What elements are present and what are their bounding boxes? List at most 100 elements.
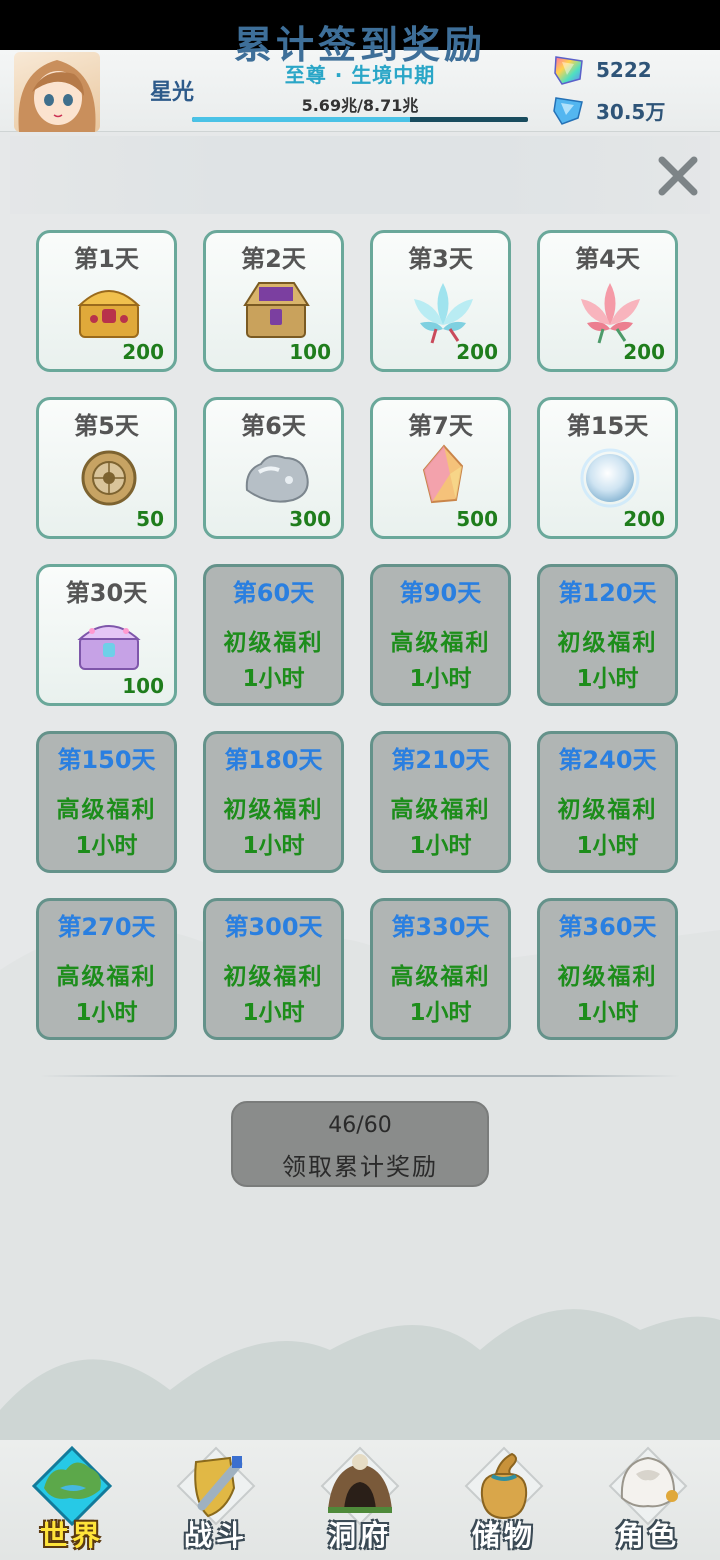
reward-day-label: 第60天 bbox=[232, 579, 315, 607]
silver-ore-icon bbox=[245, 455, 309, 503]
reward-benefit: 初级福利 bbox=[557, 797, 658, 823]
claim-label: 领取累计奖励 bbox=[282, 1153, 438, 1181]
reward-benefit: 高级福利 bbox=[56, 964, 157, 990]
reward-cell-day150[interactable]: 第150天 高级福利 1小时 bbox=[36, 731, 177, 873]
reward-day-label: 第360天 bbox=[558, 913, 657, 941]
reward-duration: 1小时 bbox=[409, 1000, 472, 1026]
purple-chest-icon bbox=[77, 625, 141, 670]
reward-day-label: 第210天 bbox=[391, 746, 490, 774]
reward-day-label: 第330天 bbox=[391, 913, 490, 941]
divider bbox=[40, 1075, 680, 1077]
reward-benefit: 高级福利 bbox=[56, 797, 157, 823]
reward-cell-day6[interactable]: 第6天 300 bbox=[203, 397, 344, 539]
reward-quantity: 100 bbox=[122, 674, 164, 698]
reward-day-label: 第4天 bbox=[575, 245, 640, 273]
crystal-icon bbox=[422, 444, 464, 504]
reward-duration: 1小时 bbox=[576, 833, 639, 859]
reward-cell-day7[interactable]: 第7天 500 bbox=[370, 397, 511, 539]
close-icon bbox=[658, 156, 698, 196]
player-name: 星光 bbox=[150, 80, 195, 105]
blue-diamond-icon bbox=[553, 97, 583, 125]
nav-label: 储物 bbox=[471, 1519, 536, 1552]
reward-day-label: 第180天 bbox=[224, 746, 323, 774]
reward-day-label: 第15天 bbox=[566, 412, 649, 440]
reward-cell-day120[interactable]: 第120天 初级福利 1小时 bbox=[537, 564, 678, 706]
reward-quantity: 200 bbox=[456, 340, 498, 364]
reward-quantity: 200 bbox=[122, 340, 164, 364]
reward-benefit: 高级福利 bbox=[390, 630, 491, 656]
reward-day-label: 第240天 bbox=[558, 746, 657, 774]
reward-cell-day270[interactable]: 第270天 高级福利 1小时 bbox=[36, 898, 177, 1040]
reward-day-label: 第5天 bbox=[74, 412, 139, 440]
claim-progress: 46/60 bbox=[328, 1113, 392, 1138]
reward-duration: 1小时 bbox=[242, 666, 305, 692]
reward-quantity: 300 bbox=[289, 507, 331, 531]
reward-benefit: 初级福利 bbox=[223, 797, 324, 823]
reward-day-label: 第90天 bbox=[399, 579, 482, 607]
reward-cell-day30[interactable]: 第30天 100 bbox=[36, 564, 177, 706]
reward-quantity: 200 bbox=[623, 340, 665, 364]
claim-cumulative-reward-button[interactable]: 46/60 领取累计奖励 bbox=[231, 1101, 489, 1187]
nav-label: 洞府 bbox=[327, 1519, 392, 1552]
reward-duration: 1小时 bbox=[242, 1000, 305, 1026]
reward-benefit: 初级福利 bbox=[557, 964, 658, 990]
nav-storage[interactable]: 储物 bbox=[444, 1440, 564, 1560]
nav-world[interactable]: 世界 bbox=[12, 1440, 132, 1560]
reward-duration: 1小时 bbox=[242, 833, 305, 859]
reward-day-label: 第120天 bbox=[558, 579, 657, 607]
pink-lotus-icon bbox=[581, 283, 640, 344]
reward-benefit: 高级福利 bbox=[390, 797, 491, 823]
reward-cell-day3[interactable]: 第3天 200 bbox=[370, 230, 511, 372]
golden-treasure-chest-icon bbox=[77, 290, 141, 338]
bronze-medallion-icon bbox=[81, 450, 137, 506]
reward-day-label: 第150天 bbox=[57, 746, 156, 774]
reward-cell-day90[interactable]: 第90天 高级福利 1小时 bbox=[370, 564, 511, 706]
reward-day-label: 第30天 bbox=[65, 579, 148, 607]
blue-diamond-count: 30.5万 bbox=[596, 99, 666, 124]
reward-duration: 1小时 bbox=[576, 666, 639, 692]
nav-cave[interactable]: 洞府 bbox=[300, 1440, 420, 1560]
page-title: 累计签到奖励 bbox=[233, 22, 486, 67]
reward-cell-day240[interactable]: 第240天 初级福利 1小时 bbox=[537, 731, 678, 873]
reward-day-label: 第6天 bbox=[241, 412, 306, 440]
reward-cell-day210[interactable]: 第210天 高级福利 1小时 bbox=[370, 731, 511, 873]
reward-duration: 1小时 bbox=[409, 833, 472, 859]
reward-benefit: 初级福利 bbox=[223, 964, 324, 990]
reward-grid: 第1天 200 第2天 100 第3天 200 第4天 200 第5天 50 第… bbox=[36, 230, 678, 1040]
close-button[interactable] bbox=[652, 150, 704, 202]
reward-cell-day1[interactable]: 第1天 200 bbox=[36, 230, 177, 372]
reward-quantity: 100 bbox=[289, 340, 331, 364]
nav-character[interactable]: 角色 bbox=[588, 1440, 708, 1560]
nav-label: 战斗 bbox=[183, 1519, 248, 1552]
reward-cell-day180[interactable]: 第180天 初级福利 1小时 bbox=[203, 731, 344, 873]
reward-cell-day2[interactable]: 第2天 100 bbox=[203, 230, 344, 372]
reward-duration: 1小时 bbox=[75, 1000, 138, 1026]
reward-day-label: 第1天 bbox=[74, 245, 139, 273]
reward-quantity: 200 bbox=[623, 507, 665, 531]
reward-cell-day5[interactable]: 第5天 50 bbox=[36, 397, 177, 539]
reward-cell-day360[interactable]: 第360天 初级福利 1小时 bbox=[537, 898, 678, 1040]
reward-cell-day300[interactable]: 第300天 初级福利 1小时 bbox=[203, 898, 344, 1040]
reward-day-label: 第3天 bbox=[408, 245, 473, 273]
reward-cell-day330[interactable]: 第330天 高级福利 1小时 bbox=[370, 898, 511, 1040]
reward-day-label: 第2天 bbox=[241, 245, 306, 273]
reward-day-label: 第300天 bbox=[224, 913, 323, 941]
reward-duration: 1小时 bbox=[576, 1000, 639, 1026]
ornate-chest-icon bbox=[243, 282, 310, 338]
nav-label: 角色 bbox=[615, 1519, 680, 1552]
spirit-orb-icon bbox=[580, 448, 640, 508]
reward-cell-day60[interactable]: 第60天 初级福利 1小时 bbox=[203, 564, 344, 706]
currency-blue-diamond[interactable]: 30.5万 bbox=[552, 93, 665, 127]
reward-duration: 1小时 bbox=[75, 833, 138, 859]
reward-quantity: 50 bbox=[136, 507, 164, 531]
reward-benefit: 初级福利 bbox=[223, 630, 324, 656]
reward-day-label: 第7天 bbox=[408, 412, 473, 440]
nav-label: 世界 bbox=[39, 1519, 104, 1552]
reward-cell-day4[interactable]: 第4天 200 bbox=[537, 230, 678, 372]
reward-duration: 1小时 bbox=[409, 666, 472, 692]
blue-lotus-icon bbox=[414, 283, 473, 344]
title-bar bbox=[10, 136, 710, 214]
exp-progress-bar bbox=[192, 117, 528, 122]
nav-battle[interactable]: 战斗 bbox=[156, 1440, 276, 1560]
reward-cell-day15[interactable]: 第15天 200 bbox=[537, 397, 678, 539]
